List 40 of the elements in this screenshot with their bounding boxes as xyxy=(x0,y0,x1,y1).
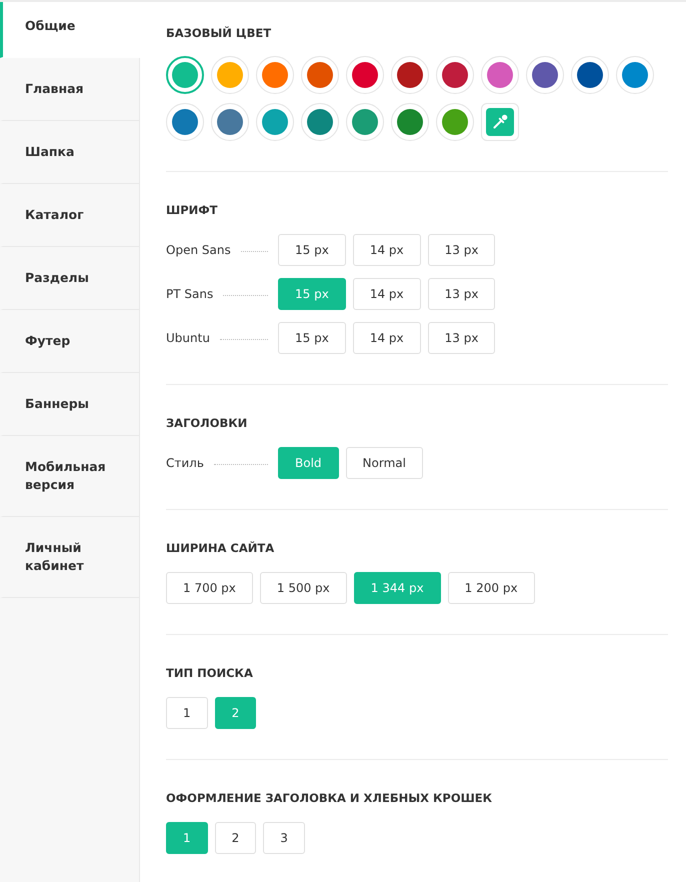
eyedropper-icon xyxy=(486,108,514,136)
option-button[interactable]: 14 px xyxy=(352,234,421,266)
dotted-leader xyxy=(223,294,268,296)
option-button[interactable]: 14 px xyxy=(352,322,421,354)
option-button[interactable]: 2 xyxy=(214,822,256,854)
sidebar-tab[interactable]: Разделы xyxy=(0,247,139,310)
section-title: ОФОРМЛЕНИЕ ЗАГОЛОВКА И ХЛЕБНЫХ КРОШЕК xyxy=(166,790,494,806)
sidebar-tab[interactable]: Шапка xyxy=(0,121,139,184)
option-button[interactable]: 3 xyxy=(263,822,305,854)
section-title: ШРИФТ xyxy=(166,202,219,218)
option-button[interactable]: 14 px xyxy=(352,278,421,310)
color-swatch[interactable] xyxy=(166,56,204,94)
option-button[interactable]: 13 px xyxy=(428,234,496,266)
section-title: БАЗОВЫЙ ЦВЕТ xyxy=(166,25,272,41)
sidebar-tab[interactable]: Личный кабинет xyxy=(0,517,139,598)
option-label: PT Sans xyxy=(166,286,214,302)
option-button[interactable]: 13 px xyxy=(428,278,496,310)
dotted-leader xyxy=(220,338,268,340)
sidebar-tab[interactable]: Мобильная версия xyxy=(0,436,139,517)
sidebar-tab[interactable]: Главная xyxy=(0,58,139,121)
option-button[interactable]: 1 200 px xyxy=(448,572,535,604)
option-button[interactable]: 1 500 px xyxy=(260,572,347,604)
section-title: ТИП ПОИСКА xyxy=(166,665,254,681)
sidebar-tab[interactable]: Общие xyxy=(0,2,140,58)
dotted-leader xyxy=(240,250,268,252)
sidebar-tab[interactable]: Баннеры xyxy=(0,373,139,436)
option-button[interactable]: 1 700 px xyxy=(166,572,253,604)
color-picker-button[interactable] xyxy=(481,103,519,141)
option-button[interactable]: 15 px xyxy=(278,234,346,266)
option-button[interactable]: 13 px xyxy=(428,322,496,354)
section-title: ЗАГОЛОВКИ xyxy=(166,415,248,431)
option-label: Стиль xyxy=(166,455,204,471)
sidebar-tab[interactable]: Футер xyxy=(0,310,139,373)
option-button[interactable]: 1 xyxy=(166,697,208,729)
option-label: Open Sans xyxy=(166,242,231,258)
option-label: Ubuntu xyxy=(166,330,210,346)
sidebar-tab[interactable]: Каталог xyxy=(0,184,139,247)
section-title: ШИРИНА САЙТА xyxy=(166,540,276,556)
option-button[interactable]: 15 px xyxy=(278,322,346,354)
option-button[interactable]: Normal xyxy=(346,447,423,479)
